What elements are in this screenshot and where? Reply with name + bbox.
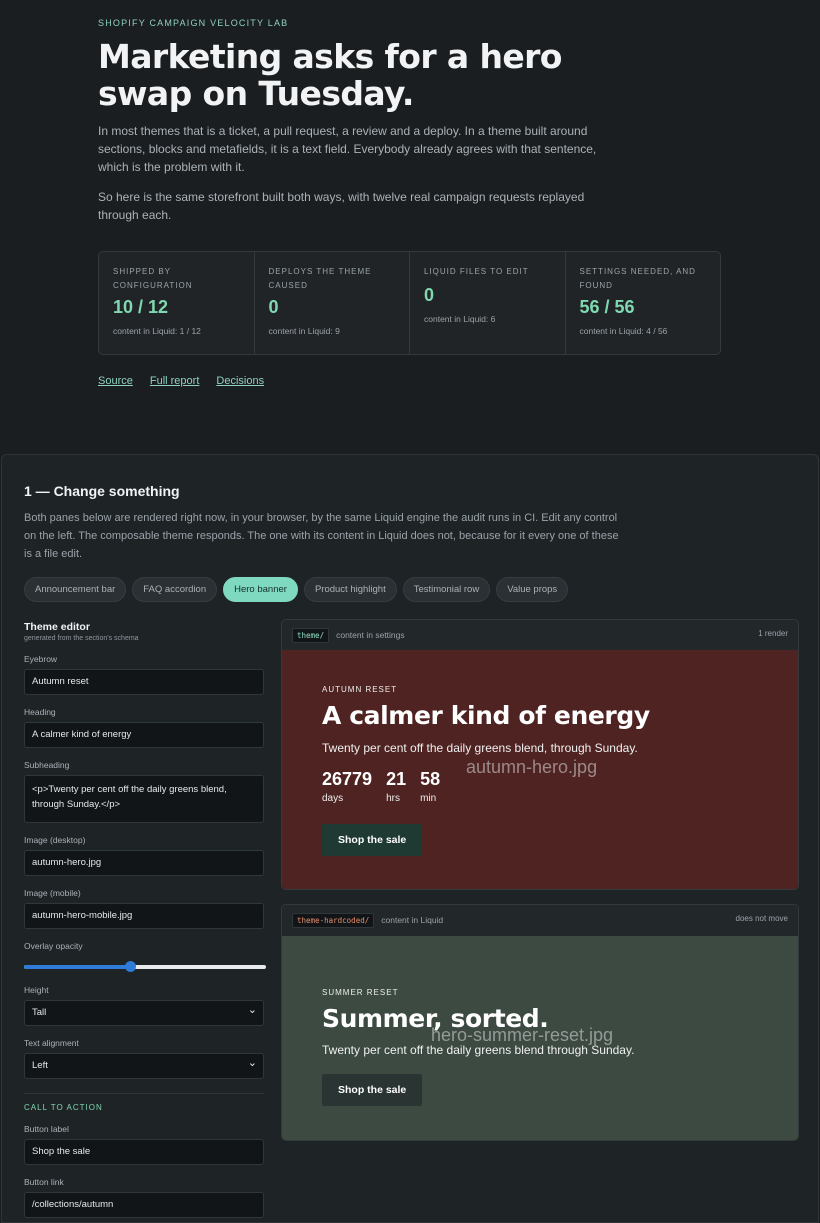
subheading-label: Subheading (24, 760, 70, 770)
theme-editor: Theme editor generated from the section'… (24, 621, 266, 1218)
banner-heading: A calmer kind of energy (322, 701, 650, 730)
lab-eyebrow: SHOPIFY CAMPAIGN VELOCITY LAB (98, 18, 289, 28)
stat-sub: content in Liquid: 1 / 12 (113, 326, 201, 336)
intro-paragraph-1: In most themes that is a ticket, a pull … (98, 124, 597, 174)
overlay-opacity-slider[interactable] (24, 959, 266, 973)
preview-hardcoded: theme-hardcoded/ content in Liquid does … (281, 904, 799, 1141)
slider-knob[interactable] (125, 961, 137, 972)
chip-product-highlight[interactable]: Product highlight (303, 577, 397, 602)
stat-label: SETTINGS NEEDED, AND FOUND (579, 267, 696, 290)
button-label-label: Button label (24, 1124, 69, 1134)
divider (24, 1093, 264, 1094)
countdown-minutes: 58 min (420, 769, 440, 804)
countdown-days-label: days (322, 793, 344, 804)
eyebrow-field[interactable]: Autumn reset (24, 669, 264, 695)
cta-heading: CALL TO ACTION (24, 1103, 103, 1112)
text-alignment-select[interactable]: Left (24, 1051, 264, 1079)
countdown: 26779 days 21 hrs 58 min (322, 769, 440, 804)
chip-faq-accordion[interactable]: FAQ accordion (132, 577, 218, 602)
stats-panel: SHIPPED BY CONFIGURATION 10 / 12 content… (98, 251, 721, 355)
button-link-field[interactable]: /collections/autumn (24, 1192, 264, 1218)
chip-hero-banner[interactable]: Hero banner (223, 577, 298, 602)
opacity-label: Overlay opacity (24, 941, 83, 951)
theme-tag: theme-hardcoded/ (292, 912, 375, 928)
stat-sub: content in Liquid: 9 (268, 326, 340, 336)
section-description: Both panes below are rendered right now,… (24, 512, 619, 560)
section-title: 1 — Change something (24, 483, 180, 499)
eyebrow-label: Eyebrow (24, 654, 58, 664)
countdown-days-number: 26779 (322, 769, 373, 789)
page-title: Marketing asks for a hero swap on Tuesda… (98, 37, 562, 113)
preview-note: content in settings (336, 630, 405, 640)
stat-value: 0 (424, 285, 435, 305)
heading-field[interactable]: A calmer kind of energy (24, 722, 264, 748)
alignment-label: Text alignment (24, 1038, 79, 1048)
editor-title: Theme editor (24, 621, 90, 633)
banner-eyebrow: AUTUMN RESET (322, 685, 398, 694)
subheading-textarea[interactable]: <p>Twenty per cent off the daily greens … (24, 775, 264, 823)
chip-testimonial-row[interactable]: Testimonial row (402, 577, 491, 602)
preview-note: content in Liquid (381, 915, 444, 925)
shop-the-sale-button[interactable]: Shop the sale (322, 824, 423, 856)
stat-value: 10 / 12 (113, 297, 169, 317)
slider-fill (24, 965, 131, 969)
full-report-link[interactable]: Full report (150, 375, 200, 387)
preview-header: theme/ content in settings 1 render (282, 620, 798, 650)
image-desktop-label: Image (desktop) (24, 835, 86, 845)
banner-image-alt: autumn-hero.jpg (466, 757, 598, 777)
height-label: Height (24, 985, 49, 995)
banner-subheading: Twenty per cent off the daily greens ble… (322, 741, 638, 755)
button-label-field[interactable]: Shop the sale (24, 1139, 264, 1165)
preview-composable: theme/ content in settings 1 render AUTU… (281, 619, 799, 890)
stat-label: LIQUID FILES TO EDIT (424, 267, 529, 276)
hero-banner-preview: AUTUMN RESET A calmer kind of energy Twe… (282, 650, 798, 889)
stat-sub: content in Liquid: 4 / 56 (579, 326, 668, 336)
hero-banner-preview: SUMMER RESET Summer, sorted. hero-summer… (282, 936, 798, 1140)
stat-shipped: SHIPPED BY CONFIGURATION 10 / 12 content… (99, 252, 255, 354)
countdown-days: 26779 days (322, 769, 372, 804)
editor-subtitle: generated from the section's schema (24, 635, 139, 642)
countdown-hours: 21 hrs (386, 769, 406, 804)
does-not-move-note: does not move (735, 914, 788, 923)
stat-liquid-files: LIQUID FILES TO EDIT 0 content in Liquid… (410, 252, 566, 354)
shop-the-sale-button[interactable]: Shop the sale (322, 1074, 423, 1106)
stat-sub: content in Liquid: 6 (424, 314, 496, 324)
decisions-link[interactable]: Decisions (216, 375, 264, 387)
change-something-section: 1 — Change something Both panes below ar… (1, 454, 819, 1223)
countdown-minutes-number: 58 (420, 769, 441, 789)
theme-tag: theme/ (292, 627, 330, 643)
intro-paragraph-2: So here is the same storefront built bot… (98, 190, 585, 222)
header-links: Source Full report Decisions (98, 375, 264, 387)
banner-eyebrow: SUMMER RESET (322, 988, 399, 997)
countdown-hours-label: hrs (386, 793, 400, 804)
countdown-hours-number: 21 (386, 769, 407, 789)
image-mobile-label: Image (mobile) (24, 888, 81, 898)
image-desktop-field[interactable]: autumn-hero.jpg (24, 850, 264, 876)
source-link[interactable]: Source (98, 375, 133, 387)
chip-announcement-bar[interactable]: Announcement bar (24, 577, 127, 602)
chip-value-props[interactable]: Value props (496, 577, 569, 602)
banner-subheading: Twenty per cent off the daily greens ble… (322, 1043, 635, 1057)
render-count: 1 render (758, 629, 788, 638)
image-mobile-field[interactable]: autumn-hero-mobile.jpg (24, 903, 264, 929)
button-link-label: Button link (24, 1177, 64, 1187)
height-select[interactable]: Tall (24, 998, 264, 1026)
intro-header: SHOPIFY CAMPAIGN VELOCITY LAB Marketing … (0, 0, 820, 454)
preview-header: theme-hardcoded/ content in Liquid does … (282, 905, 798, 935)
stat-label: DEPLOYS THE THEME CAUSED (268, 267, 372, 290)
section-chips: Announcement bar FAQ accordion Hero bann… (24, 577, 569, 602)
heading-label: Heading (24, 707, 56, 717)
stat-value: 0 (268, 297, 279, 317)
stat-value: 56 / 56 (579, 297, 635, 317)
stat-deploys: DEPLOYS THE THEME CAUSED 0 content in Li… (255, 252, 410, 354)
stat-settings: SETTINGS NEEDED, AND FOUND 56 / 56 conte… (566, 252, 721, 354)
countdown-minutes-label: min (420, 793, 437, 804)
stat-label: SHIPPED BY CONFIGURATION (113, 267, 193, 290)
